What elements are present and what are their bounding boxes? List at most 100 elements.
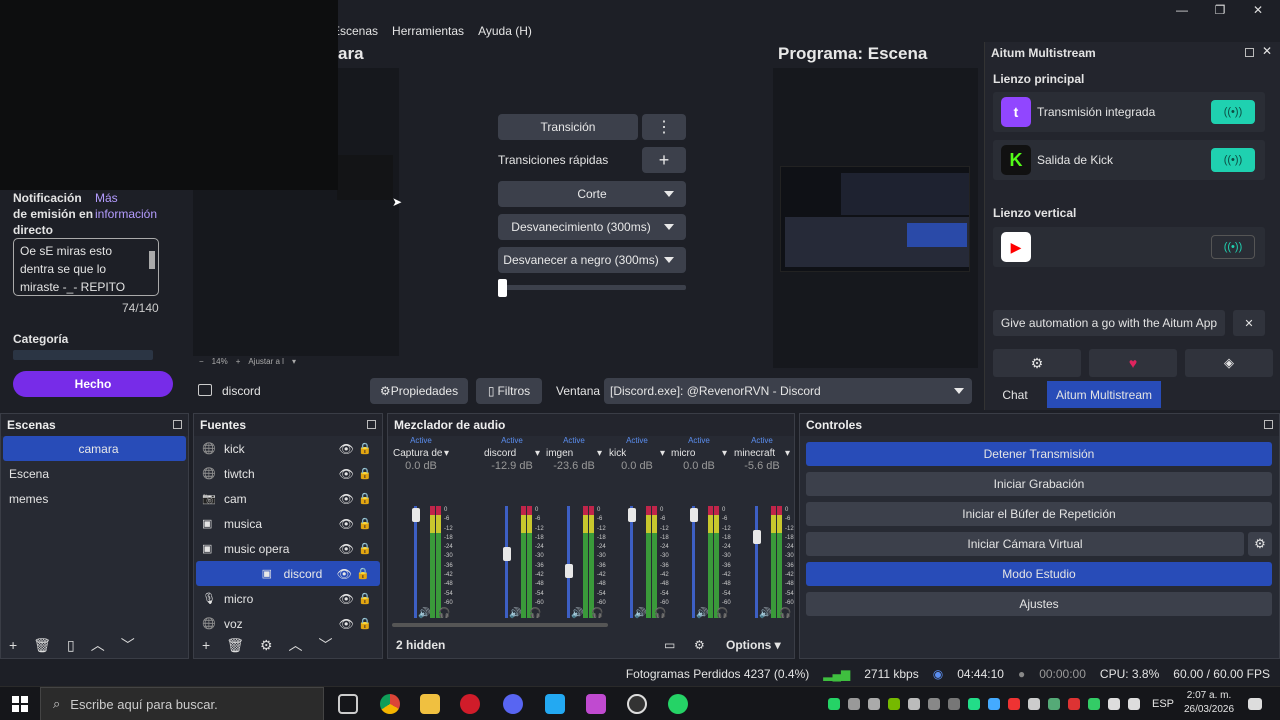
file-explorer-icon[interactable] [420, 694, 440, 714]
source-item[interactable]: 📷 cam 👁 🔒 [194, 486, 382, 511]
network-icon[interactable] [1108, 698, 1120, 710]
lock-icon[interactable]: 🔒 [358, 542, 372, 555]
opera-gx-icon[interactable] [460, 694, 480, 714]
add-transition-icon[interactable]: + [642, 147, 686, 173]
tray-icon[interactable] [968, 698, 980, 710]
zoom-out-icon[interactable]: − [199, 357, 204, 366]
menu-help[interactable]: Ayuda (H) [478, 24, 532, 38]
transition-slider-handle[interactable] [498, 279, 507, 297]
gear-icon[interactable]: ⚙ [993, 349, 1081, 377]
tray-icon[interactable] [1088, 698, 1100, 710]
transition-fade[interactable]: Desvanecimiento (300ms) [498, 214, 686, 240]
output-toggle-off[interactable]: ((•)) [1211, 235, 1255, 259]
filters-button[interactable]: ▯ Filtros [476, 378, 542, 404]
scene-item[interactable]: memes [1, 486, 188, 511]
chevron-down-icon[interactable]: ▾ [722, 448, 727, 459]
zoom-fit[interactable]: Ajustar a l [248, 357, 284, 366]
headphones-icon[interactable]: 🎧 [716, 608, 728, 619]
transition-slider-track[interactable] [498, 285, 686, 290]
eye-icon[interactable]: 👁 [339, 442, 354, 456]
source-item[interactable]: 🌐 tiwtch 👁 🔒 [194, 461, 382, 486]
lock-icon[interactable]: 🔒 [356, 567, 370, 580]
windows-start-icon[interactable] [12, 696, 28, 712]
eye-icon[interactable]: 👁 [339, 492, 354, 506]
speaker-icon[interactable]: 🔊 [571, 608, 583, 619]
more-info-link[interactable]: Más información [95, 190, 157, 222]
category-field[interactable] [13, 350, 153, 360]
mixer-scrollbar[interactable] [392, 623, 608, 627]
textarea-scrollbar[interactable] [149, 251, 155, 269]
tray-icon[interactable] [1068, 698, 1080, 710]
discord-app-icon[interactable] [503, 694, 523, 714]
chevron-down-icon[interactable]: ▾ [597, 448, 602, 459]
app-icon[interactable] [586, 694, 606, 714]
close-icon[interactable]: ✕ [1262, 44, 1272, 58]
headphones-icon[interactable]: 🎧 [591, 608, 603, 619]
source-item[interactable]: 🎙 micro 👁 🔒 [194, 586, 382, 611]
aitum-promo[interactable]: Give automation a go with the Aitum App [993, 310, 1225, 336]
lock-icon[interactable]: 🔒 [358, 442, 372, 455]
mixer-options-button[interactable]: Options ▾ [726, 638, 781, 652]
maximize-button[interactable]: ❐ [1200, 0, 1240, 20]
stop-stream-button[interactable]: Detener Transmisión [806, 442, 1272, 466]
chevron-down-icon[interactable]: ▾ [292, 357, 296, 366]
clock[interactable]: 2:07 a. m. 26/03/2026 [1178, 689, 1240, 717]
mixer-layout-icon[interactable]: ▭ [664, 638, 675, 652]
undock-icon[interactable] [367, 420, 376, 429]
lock-icon[interactable]: 🔒 [358, 492, 372, 505]
lock-icon[interactable]: 🔒 [358, 592, 372, 605]
speaker-icon[interactable]: 🔊 [634, 608, 646, 619]
eye-icon[interactable]: 👁 [337, 567, 352, 581]
tray-icon[interactable] [928, 698, 940, 710]
close-button[interactable]: ✕ [1238, 0, 1278, 20]
volume-fader-handle[interactable] [503, 546, 511, 561]
chevron-down-icon[interactable]: ﹀ [319, 635, 333, 655]
settings-button[interactable]: Ajustes [806, 592, 1272, 616]
headphones-icon[interactable]: 🎧 [654, 608, 666, 619]
notifications-icon[interactable] [1248, 698, 1262, 710]
eye-icon[interactable]: 👁 [339, 617, 354, 631]
volume-fader[interactable] [505, 506, 508, 618]
chrome-icon[interactable] [380, 694, 400, 714]
source-item[interactable]: 🌐 kick 👁 🔒 [194, 436, 382, 461]
eye-icon[interactable]: 👁 [339, 467, 354, 481]
volume-fader-handle[interactable] [753, 530, 761, 544]
tab-aitum-multistream[interactable]: Aitum Multistream [1047, 381, 1161, 408]
volume-fader[interactable] [755, 506, 758, 618]
studio-mode-button[interactable]: Modo Estudio [806, 562, 1272, 586]
volume-fader[interactable] [567, 506, 570, 618]
add-icon[interactable]: + [202, 637, 210, 653]
trash-icon[interactable]: 🗑 [33, 637, 51, 654]
tray-nvidia-icon[interactable] [888, 698, 900, 710]
tray-icon[interactable] [908, 698, 920, 710]
taskbar-search[interactable]: ⌕ Escribe aquí para buscar. [40, 687, 324, 720]
output-toggle-on[interactable]: ((•)) [1211, 100, 1255, 124]
start-recording-button[interactable]: Iniciar Grabación [806, 472, 1272, 496]
source-item[interactable]: ▣ music opera 👁 🔒 [194, 536, 382, 561]
headphones-icon[interactable]: 🎧 [438, 608, 450, 619]
eye-icon[interactable]: 👁 [339, 517, 354, 531]
volume-fader-handle[interactable] [412, 507, 420, 522]
tray-icon[interactable] [988, 698, 1000, 710]
gear-icon[interactable]: ⚙ [260, 637, 273, 654]
filter-icon[interactable]: ▯ [67, 637, 75, 654]
tray-icon[interactable] [1028, 698, 1040, 710]
undock-icon[interactable] [1264, 420, 1273, 429]
menu-scenes[interactable]: Escenas [332, 24, 378, 38]
vscode-icon[interactable] [545, 694, 565, 714]
lock-icon[interactable]: 🔒 [358, 617, 372, 630]
volume-fader-handle[interactable] [690, 507, 698, 522]
discord-icon[interactable]: ◈ [1185, 349, 1273, 377]
tray-icon[interactable] [1008, 698, 1020, 710]
volume-fader[interactable] [630, 506, 633, 618]
chevron-up-icon[interactable]: ︿ [289, 635, 303, 655]
headphones-icon[interactable]: 🎧 [779, 608, 791, 619]
volume-fader-handle[interactable] [565, 563, 573, 578]
eye-icon[interactable]: 👁 [339, 592, 354, 606]
trash-icon[interactable]: 🗑 [226, 637, 244, 654]
volume-fader[interactable] [414, 506, 417, 618]
chevron-down-icon[interactable]: ﹀ [121, 635, 135, 655]
transition-fade-black[interactable]: Desvanecer a negro (300ms) [498, 247, 686, 273]
eye-icon[interactable]: 👁 [339, 542, 354, 556]
menu-tools[interactable]: Herramientas [392, 24, 464, 38]
